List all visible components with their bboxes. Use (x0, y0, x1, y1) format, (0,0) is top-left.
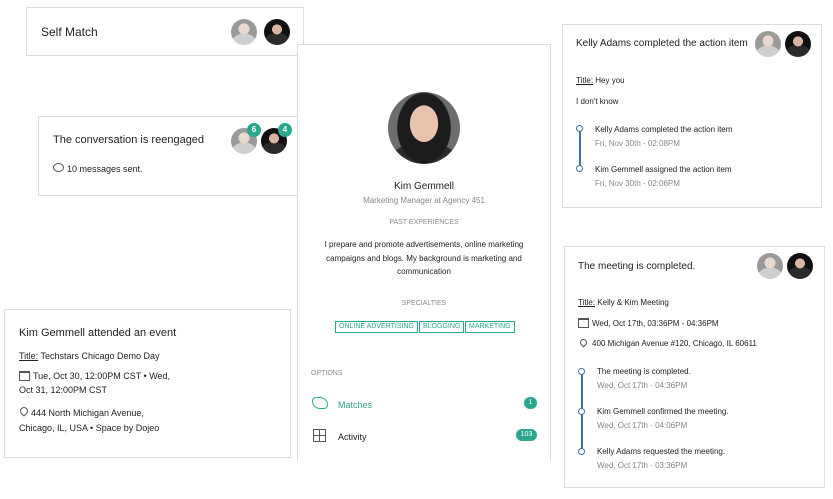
avatar (787, 253, 813, 279)
option-count: 1 (524, 397, 537, 409)
timeline-dot (578, 408, 585, 415)
calendar-icon (19, 371, 30, 381)
specialty-tag[interactable]: BLOGGING (419, 321, 465, 333)
avatar (785, 31, 811, 57)
profile-card: Kim Gemmell Marketing Manager at Agency … (297, 44, 551, 460)
past-experiences-heading: PAST EXPERIENCES (389, 219, 459, 226)
card-title: Self Match (41, 25, 98, 39)
card-title: Kelly Adams completed the action item (576, 38, 748, 49)
profile-bio-line2: campaigns and blogs. My background is ma… (326, 254, 522, 263)
avatar (231, 19, 257, 45)
timeline-time: Wed, Oct 17th - 04:36PM (597, 381, 688, 390)
specialty-tag[interactable]: MARKETING (465, 321, 515, 333)
location-pin-icon (578, 337, 589, 348)
timeline-time: Fri, Nov 30th - 02:06PM (595, 179, 680, 188)
timeline-text: The meeting is completed. (597, 367, 691, 376)
timeline-text: Kim Gemmell confirmed the meeting. (597, 407, 729, 416)
timeline-text: Kelly Adams requested the meeting. (597, 447, 726, 456)
avatar (757, 253, 783, 279)
profile-photo (388, 92, 460, 164)
calendar-icon (578, 318, 589, 328)
unread-badge: 6 (247, 123, 261, 137)
unread-badge: 4 (278, 123, 292, 137)
timeline-dot (576, 125, 583, 132)
option-label: Activity (338, 432, 367, 442)
timeline-line (579, 128, 581, 168)
timeline-text: Kim Gemmell assigned the action item (595, 165, 732, 174)
event-card[interactable]: Kim Gemmell attended an event Title: Tec… (4, 309, 291, 458)
meeting-card[interactable]: The meeting is completed. Title: Kelly &… (564, 246, 825, 488)
options-heading: OPTIONS (311, 370, 343, 377)
profile-bio-line1: I prepare and promote advertisements, on… (324, 240, 524, 249)
self-match-card[interactable]: Self Match (26, 7, 304, 56)
option-matches[interactable]: Matches 1 (298, 395, 550, 415)
timeline-text: Kelly Adams completed the action item (595, 125, 733, 134)
event-title: Title: Techstars Chicago Demo Day (19, 351, 160, 361)
avatar (755, 31, 781, 57)
profile-bio-line3: communication (397, 267, 451, 276)
event-address-line2: Chicago, IL, USA • Space by Dojeo (19, 423, 160, 433)
timeline-dot (578, 368, 585, 375)
event-date-line2: Oct 31, 12:00PM CST (19, 385, 108, 395)
profile-role: Marketing Manager at Agency 451 (363, 196, 485, 205)
timeline-time: Wed, Oct 17th - 03:36PM (597, 461, 688, 470)
meeting-address: 400 Michigan Avenue #120, Chicago, IL 60… (592, 339, 757, 348)
profile-name: Kim Gemmell (393, 181, 454, 192)
meeting-title: Title: Kelly & Kim Meeting (578, 298, 669, 307)
option-count: 103 (516, 429, 537, 441)
timeline-time: Wed, Oct 17th - 04:06PM (597, 421, 688, 430)
card-title: Kim Gemmell attended an event (19, 327, 177, 339)
handshake-icon (312, 397, 328, 409)
action-item-card[interactable]: Kelly Adams completed the action item Ti… (562, 24, 822, 208)
action-body: I don't know (576, 97, 619, 106)
option-label: Matches (338, 400, 373, 410)
card-title: The conversation is reengaged (53, 134, 205, 146)
messages-sent: 10 messages sent. (67, 164, 143, 174)
specialty-tag[interactable]: ONLINE ADVERTISING (335, 321, 418, 333)
activity-icon-stem (319, 429, 320, 442)
option-activity[interactable]: Activity 103 (298, 427, 550, 447)
event-date-line1: Tue, Oct 30, 12:00PM CST • Wed, (33, 371, 171, 381)
timeline-time: Fri, Nov 30th - 02:08PM (595, 139, 680, 148)
card-title: The meeting is completed. (578, 261, 696, 272)
timeline-dot (576, 165, 583, 172)
avatar (264, 19, 290, 45)
timeline-dot (578, 448, 585, 455)
reengaged-card[interactable]: The conversation is reengaged 6 4 10 mes… (38, 116, 300, 196)
action-title: Title: Hey you (576, 76, 625, 85)
specialties-heading: SPECIALTIES (401, 300, 447, 307)
event-address-line1: 444 North Michigan Avenue, (31, 408, 144, 418)
chat-bubble-icon (53, 163, 64, 172)
location-pin-icon (18, 405, 30, 417)
meeting-date: Wed, Oct 17th, 03:36PM - 04:36PM (592, 319, 719, 328)
